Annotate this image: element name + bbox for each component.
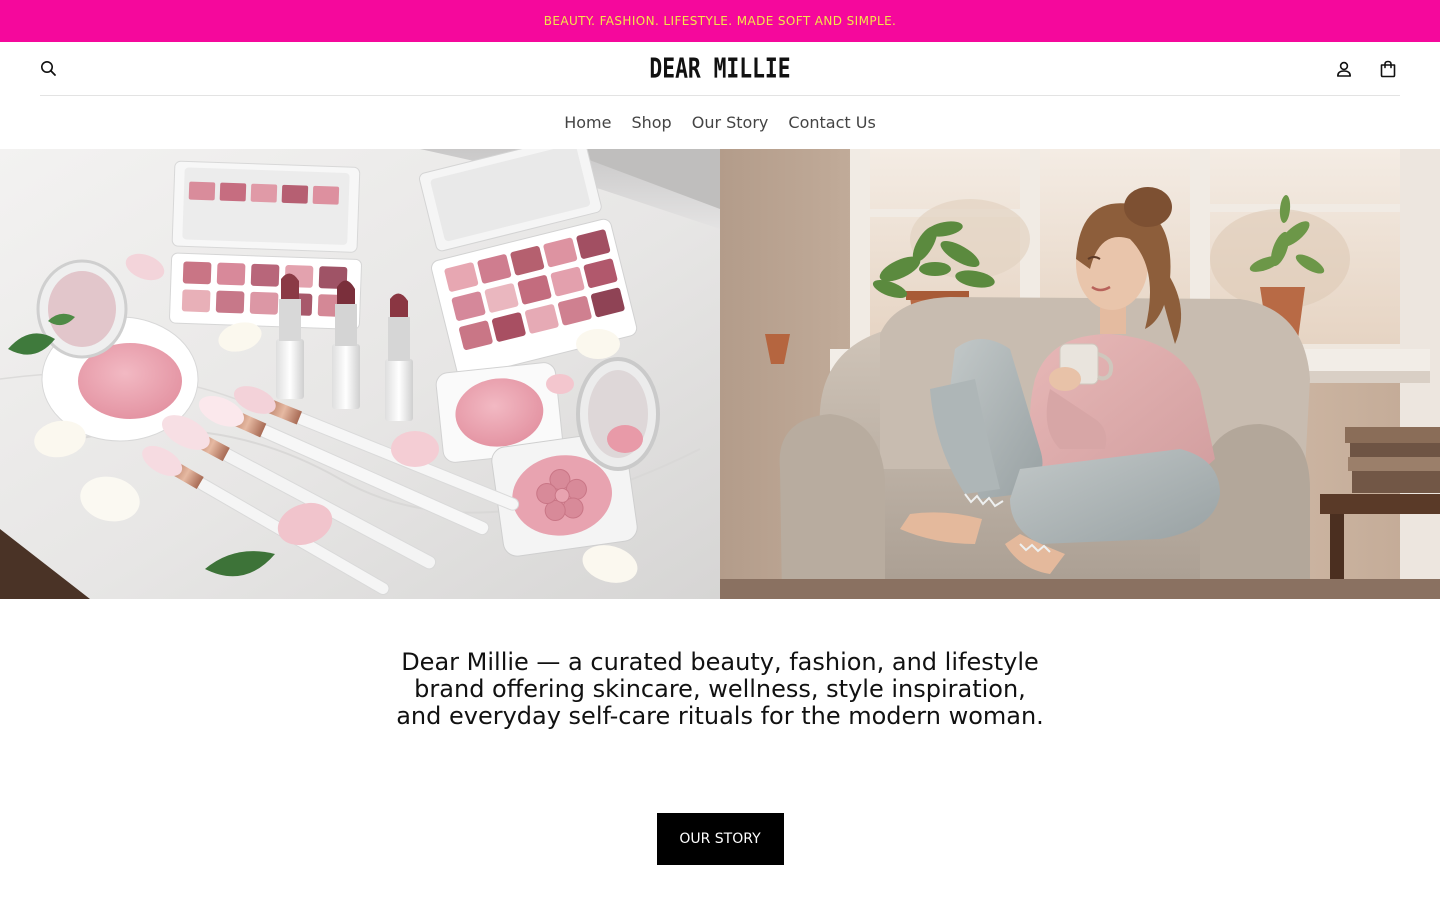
announcement-bar: BEAUTY. FASHION. LIFESTYLE. MADE SOFT AN…: [0, 0, 1440, 42]
header-right: [1200, 57, 1400, 81]
search-icon[interactable]: [36, 57, 60, 81]
nav-shop[interactable]: Shop: [631, 113, 671, 132]
site-header: DEAR MILLIE: [40, 42, 1400, 96]
woman-armchair-image: [720, 149, 1440, 599]
nav-home[interactable]: Home: [564, 113, 611, 132]
intro-text: Dear Millie — a curated beauty, fashion,…: [0, 649, 1440, 730]
announcement-text: BEAUTY. FASHION. LIFESTYLE. MADE SOFT AN…: [543, 14, 897, 28]
intro-section: Dear Millie — a curated beauty, fashion,…: [0, 649, 1440, 865]
makeup-flatlay-image: [0, 149, 720, 599]
intro-line-2: brand offering skincare, wellness, style…: [414, 675, 1026, 703]
intro-line-1: Dear Millie — a curated beauty, fashion,…: [401, 648, 1039, 676]
nav-our-story[interactable]: Our Story: [692, 113, 769, 132]
account-icon[interactable]: [1332, 57, 1356, 81]
header-left: [36, 57, 236, 81]
cart-icon[interactable]: [1376, 57, 1400, 81]
intro-line-3: and everyday self-care rituals for the m…: [396, 702, 1044, 730]
site-logo[interactable]: DEAR MILLIE: [634, 53, 806, 85]
our-story-button[interactable]: OUR STORY: [656, 813, 784, 865]
hero-section: [0, 149, 1440, 599]
nav-contact-us[interactable]: Contact Us: [788, 113, 875, 132]
main-nav: Home Shop Our Story Contact Us: [0, 96, 1440, 149]
cta-wrap: OUR STORY: [0, 813, 1440, 865]
